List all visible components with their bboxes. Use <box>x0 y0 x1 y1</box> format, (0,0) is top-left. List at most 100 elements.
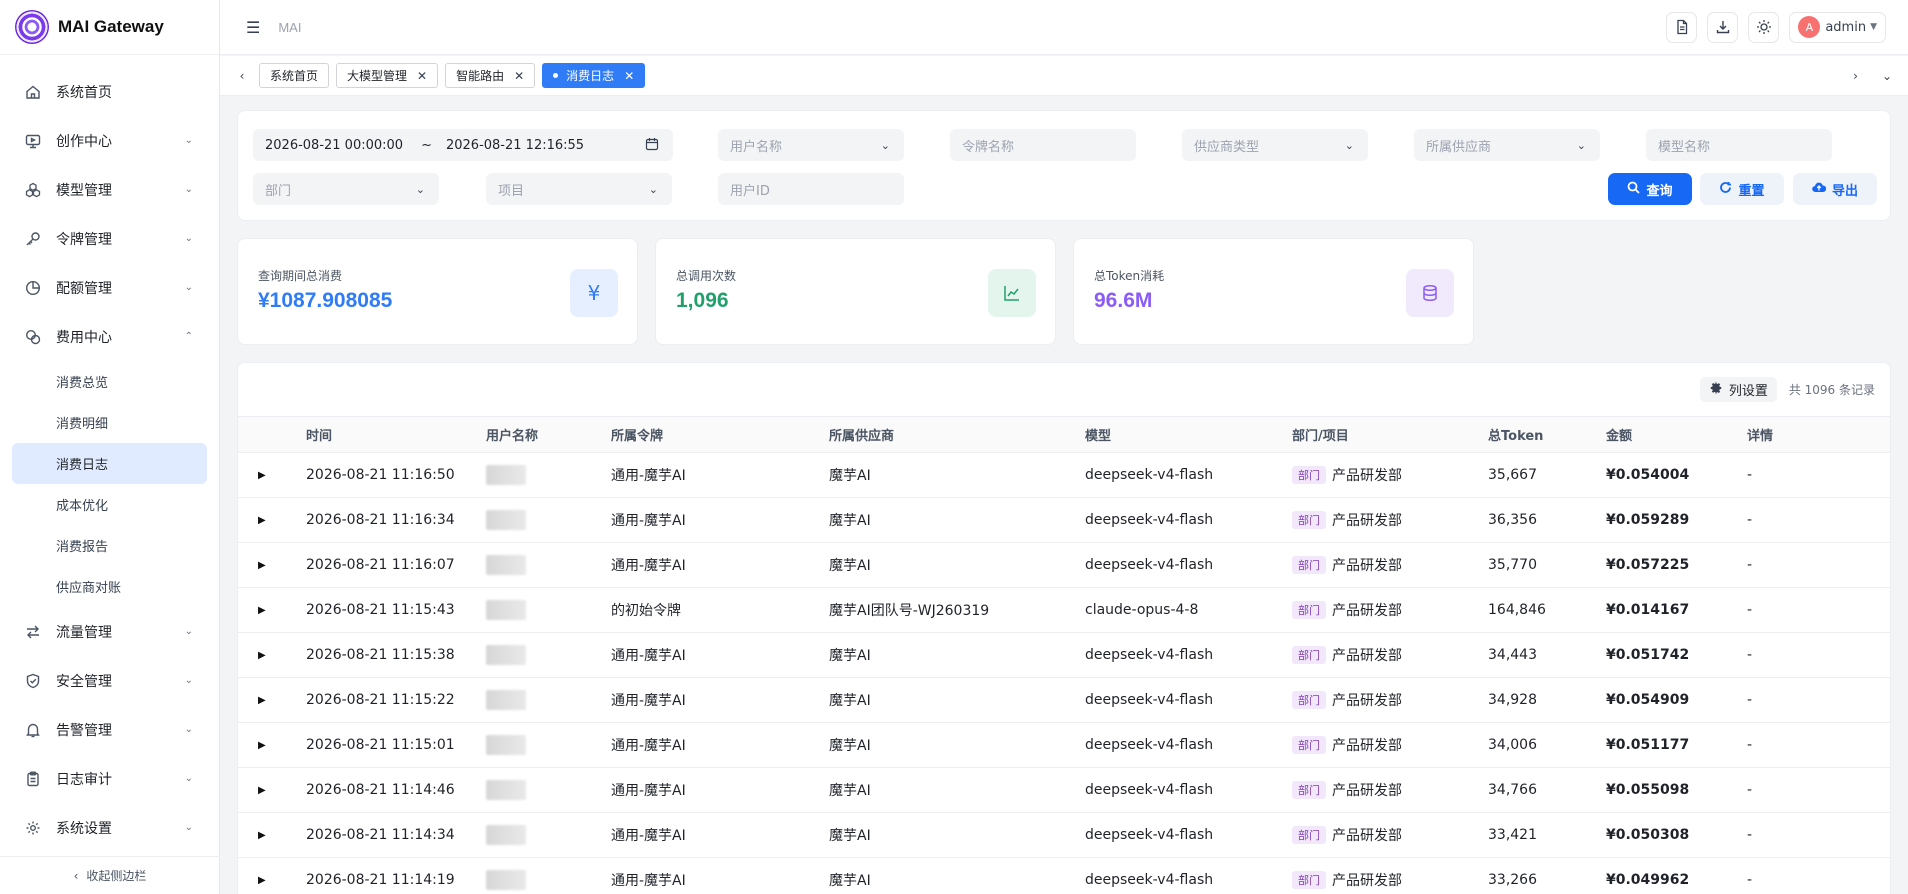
reset-button[interactable]: 重置 <box>1700 173 1784 205</box>
gear-icon <box>1709 381 1729 399</box>
provider-type-select[interactable]: 供应商类型 ⌄ <box>1182 129 1368 161</box>
expand-row-icon[interactable]: ▶ <box>258 498 266 542</box>
close-icon[interactable]: ✕ <box>624 69 634 83</box>
cell-model: deepseek-v4-flash <box>1085 692 1214 708</box>
sidebar-item-label: 日志审计 <box>56 771 112 788</box>
provider-select[interactable]: 所属供应商 ⌄ <box>1414 129 1600 161</box>
table-row[interactable]: ▶ 2026-08-21 11:16:34 通用-魔芋AI 魔芋AI deepseek-… <box>238 498 1890 543</box>
table-row[interactable]: ▶ 2026-08-21 11:15:01 通用-魔芋AI 魔芋AI deepseek-… <box>238 723 1890 768</box>
sidebar-subitem-details[interactable]: 消费明细 <box>12 402 207 443</box>
expand-row-icon[interactable]: ▶ <box>258 678 266 722</box>
col-model: 模型 <box>1085 429 1112 444</box>
cell-amount: ¥0.051742 <box>1606 647 1690 663</box>
close-icon[interactable]: ✕ <box>417 69 427 83</box>
sidebar-item-billing[interactable]: 费用中心 ⌃ <box>0 312 219 361</box>
tab-home[interactable]: 系统首页 <box>259 63 330 88</box>
dept-tag: 部门 <box>1292 736 1326 754</box>
model-name-input[interactable]: 模型名称 <box>1646 129 1832 161</box>
chevron-left-icon: ‹ <box>73 868 79 883</box>
tab-smart-routing[interactable]: 智能路由 ✕ <box>445 63 536 88</box>
line-chart-icon <box>988 269 1036 317</box>
department-select[interactable]: 部门 ⌄ <box>253 173 439 205</box>
sidebar-subitem-overview[interactable]: 消费总览 <box>12 361 207 402</box>
cell-user-name <box>486 633 526 677</box>
tab-llm-management[interactable]: 大模型管理 ✕ <box>336 63 439 88</box>
table-row[interactable]: ▶ 2026-08-21 11:16:07 通用-魔芋AI 魔芋AI deepseek-… <box>238 543 1890 588</box>
sidebar-item-security[interactable]: 安全管理 ⌄ <box>0 656 219 705</box>
expand-row-icon[interactable]: ▶ <box>258 543 266 587</box>
tabs-scroll-left-icon[interactable]: ‹ <box>232 69 252 83</box>
sidebar-item-tokens[interactable]: 令牌管理 ⌄ <box>0 214 219 263</box>
sidebar-item-audit[interactable]: 日志审计 ⌄ <box>0 754 219 803</box>
table-row[interactable]: ▶ 2026-08-21 11:15:22 通用-魔芋AI 魔芋AI deepseek-… <box>238 678 1890 723</box>
cell-detail: - <box>1747 692 1753 708</box>
sidebar-item-settings[interactable]: 系统设置 ⌄ <box>0 803 219 852</box>
expand-row-icon[interactable]: ▶ <box>258 633 266 677</box>
expand-row-icon[interactable]: ▶ <box>258 768 266 812</box>
cell-tokens: 34,006 <box>1488 737 1537 753</box>
collapse-label: 收起侧边栏 <box>86 869 147 883</box>
table-body: ▶ 2026-08-21 11:16:50 通用-魔芋AI 魔芋AI deepseek-… <box>238 453 1890 894</box>
sidebar-item-models[interactable]: 模型管理 ⌄ <box>0 165 219 214</box>
date-range-picker[interactable]: 2026-08-21 00:00:00 ~ 2026-08-21 12:16:5… <box>253 129 673 161</box>
sidebar-subitem-logs[interactable]: 消费日志 <box>12 443 207 484</box>
sidebar-item-label: 系统首页 <box>56 84 112 101</box>
table-row[interactable]: ▶ 2026-08-21 11:14:34 通用-魔芋AI 魔芋AI deepseek-… <box>238 813 1890 858</box>
sidebar-subitem-optimize[interactable]: 成本优化 <box>12 484 207 525</box>
tab-consumption-log[interactable]: 消费日志 ✕ <box>542 63 646 88</box>
cell-tokens: 33,266 <box>1488 872 1537 888</box>
brand[interactable]: MAI Gateway <box>0 0 219 55</box>
table-row[interactable]: ▶ 2026-08-21 11:15:38 通用-魔芋AI 魔芋AI deepseek-… <box>238 633 1890 678</box>
sidebar-item-alerts[interactable]: 告警管理 ⌄ <box>0 705 219 754</box>
expand-row-icon[interactable]: ▶ <box>258 858 266 894</box>
query-button[interactable]: 查询 <box>1608 173 1692 205</box>
table-toolbar: 列设置 共 1096 条记录 <box>238 363 1890 417</box>
sidebar-item-traffic[interactable]: 流量管理 ⌄ <box>0 607 219 656</box>
cell-time: 2026-08-21 11:14:34 <box>306 827 455 843</box>
user-menu[interactable]: A admin ▼ <box>1789 11 1886 43</box>
project-select[interactable]: 项目 ⌄ <box>486 173 672 205</box>
cell-amount: ¥0.014167 <box>1606 602 1690 618</box>
dept-name: 产品研发部 <box>1332 513 1402 529</box>
token-name-input[interactable]: 令牌名称 <box>950 129 1136 161</box>
user-name-select[interactable]: 用户名称 ⌄ <box>718 129 904 161</box>
chevron-down-icon: ⌄ <box>648 182 658 196</box>
collapse-sidebar-button[interactable]: ‹ 收起侧边栏 <box>0 856 220 894</box>
dept-name: 产品研发部 <box>1332 738 1402 754</box>
expand-row-icon[interactable]: ▶ <box>258 813 266 857</box>
download-icon[interactable] <box>1707 11 1739 43</box>
sidebar-subitem-reconcile[interactable]: 供应商对账 <box>12 566 207 607</box>
cell-detail: - <box>1747 602 1753 618</box>
table-row[interactable]: ▶ 2026-08-21 11:14:46 通用-魔芋AI 魔芋AI deepseek-… <box>238 768 1890 813</box>
table-row[interactable]: ▶ 2026-08-21 11:15:43 的初始令牌 魔芋AI团队号-WJ26031… <box>238 588 1890 633</box>
cell-detail: - <box>1747 872 1753 888</box>
close-icon[interactable]: ✕ <box>514 69 524 83</box>
sidebar-item-quota[interactable]: 配额管理 ⌄ <box>0 263 219 312</box>
table-row[interactable]: ▶ 2026-08-21 11:16:50 通用-魔芋AI 魔芋AI deepseek-… <box>238 453 1890 498</box>
redacted-user-name <box>486 780 526 800</box>
user-id-input[interactable]: 用户ID <box>718 173 904 205</box>
table-row[interactable]: ▶ 2026-08-21 11:14:19 通用-魔芋AI 魔芋AI deepseek-… <box>238 858 1890 894</box>
sidebar-item-home[interactable]: 系统首页 <box>0 67 219 116</box>
document-icon[interactable] <box>1666 11 1698 43</box>
cell-tokens: 34,443 <box>1488 647 1537 663</box>
tabs-scroll-right-icon[interactable]: › <box>1853 69 1858 83</box>
cell-tokens: 34,766 <box>1488 782 1537 798</box>
sidebar-subitem-report[interactable]: 消费报告 <box>12 525 207 566</box>
export-button[interactable]: 导出 <box>1793 173 1877 205</box>
sidebar-item-creation[interactable]: 创作中心 ⌄ <box>0 116 219 165</box>
expand-row-icon[interactable]: ▶ <box>258 588 266 632</box>
provider-placeholder: 所属供应商 <box>1426 139 1492 155</box>
dept-tag: 部门 <box>1292 601 1326 619</box>
table-header: 时间 用户名称 所属令牌 所属供应商 模型 部门/项目 总Token 金额 详情 <box>238 417 1890 453</box>
column-settings-button[interactable]: 列设置 <box>1699 377 1777 402</box>
col-total-token: 总Token <box>1488 429 1544 444</box>
cell-model: deepseek-v4-flash <box>1085 467 1214 483</box>
sun-icon[interactable] <box>1748 11 1780 43</box>
cell-tokens: 35,667 <box>1488 467 1537 483</box>
tabs-menu-chevron-icon[interactable]: ⌄ <box>1882 69 1892 83</box>
expand-row-icon[interactable]: ▶ <box>258 453 266 497</box>
menu-toggle-icon[interactable]: ☰ <box>246 18 260 37</box>
expand-row-icon[interactable]: ▶ <box>258 723 266 767</box>
cell-dept-project: 部门 产品研发部 <box>1292 588 1402 632</box>
